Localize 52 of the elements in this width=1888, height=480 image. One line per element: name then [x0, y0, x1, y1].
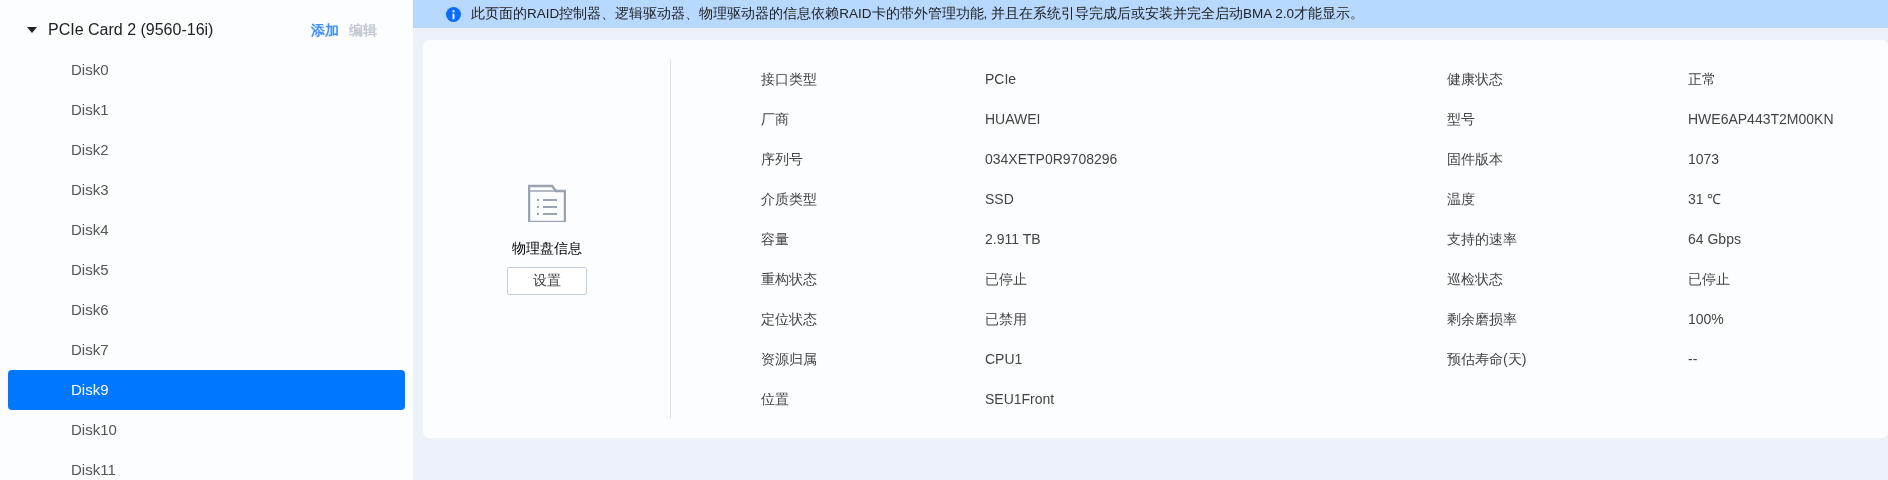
- disk-item[interactable]: Disk9: [8, 370, 405, 410]
- field-value: HUAWEI: [985, 109, 1042, 129]
- field-value: 034XETP0R9708296: [985, 149, 1119, 169]
- disk-item[interactable]: Disk0: [8, 50, 405, 90]
- field-label: 接口类型: [761, 69, 818, 89]
- field-label: 厂商: [761, 109, 790, 129]
- field-label: 支持的速率: [1447, 229, 1518, 249]
- field-label: 介质类型: [761, 189, 818, 209]
- disk-item[interactable]: Disk7: [8, 330, 405, 370]
- settings-button[interactable]: 设置: [506, 266, 587, 295]
- field-label: 位置: [761, 389, 790, 409]
- field-label: 容量: [761, 229, 790, 249]
- field-label: 剩余磨损率: [1447, 309, 1518, 329]
- info-icon: [446, 6, 461, 22]
- field-value: 31 ℃: [1688, 189, 1723, 209]
- field-value: --: [1688, 349, 1699, 369]
- field-value: 已停止: [1688, 269, 1731, 289]
- caret-icon[interactable]: [26, 26, 38, 34]
- field-label: 健康状态: [1447, 69, 1504, 89]
- disk-item[interactable]: Disk5: [8, 250, 405, 290]
- field-value: 64 Gbps: [1688, 229, 1742, 249]
- disk-item[interactable]: Disk11: [8, 450, 405, 480]
- card-title[interactable]: PCIe Card 2 (9560-16i): [48, 18, 214, 42]
- field-label: 重构状态: [761, 269, 818, 289]
- field-label: 预估寿命(天): [1447, 349, 1528, 369]
- field-label: 序列号: [761, 149, 804, 169]
- panel-title: 物理盘信息: [511, 238, 582, 258]
- field-value: 1073: [1688, 149, 1721, 169]
- field-value: HWE6AP443T2M00KN: [1688, 109, 1835, 129]
- field-value: 已禁用: [985, 309, 1028, 329]
- field-value: 已停止: [985, 269, 1028, 289]
- field-label: 资源归属: [761, 349, 818, 369]
- field-value: 正常: [1688, 69, 1717, 89]
- field-label: 固件版本: [1447, 149, 1504, 169]
- disk-item[interactable]: Disk1: [8, 90, 405, 130]
- disk-item[interactable]: Disk6: [8, 290, 405, 330]
- disk-item[interactable]: Disk10: [8, 410, 405, 450]
- disk-item[interactable]: Disk2: [8, 130, 405, 170]
- notice-text: 此页面的RAID控制器、逻辑驱动器、物理驱动器的信息依赖RAID卡的带外管理功能, 并且在系统引导完成后或安装并完全启动BMA 2.0才能显示。: [471, 4, 1365, 23]
- field-label: 型号: [1447, 109, 1476, 129]
- field-value: SSD: [985, 189, 1015, 209]
- field-label: 温度: [1447, 189, 1476, 209]
- field-value: CPU1: [985, 349, 1024, 369]
- field-value: SEU1Front: [985, 389, 1056, 409]
- field-label: 巡检状态: [1447, 269, 1504, 289]
- field-value: 2.911 TB: [985, 229, 1042, 249]
- disk-item[interactable]: Disk4: [8, 210, 405, 250]
- field-value: PCIe: [985, 69, 1018, 89]
- field-value: 100%: [1688, 309, 1725, 329]
- field-label: 定位状态: [761, 309, 818, 329]
- document-list-icon: [527, 183, 566, 222]
- disk-item[interactable]: Disk3: [8, 170, 405, 210]
